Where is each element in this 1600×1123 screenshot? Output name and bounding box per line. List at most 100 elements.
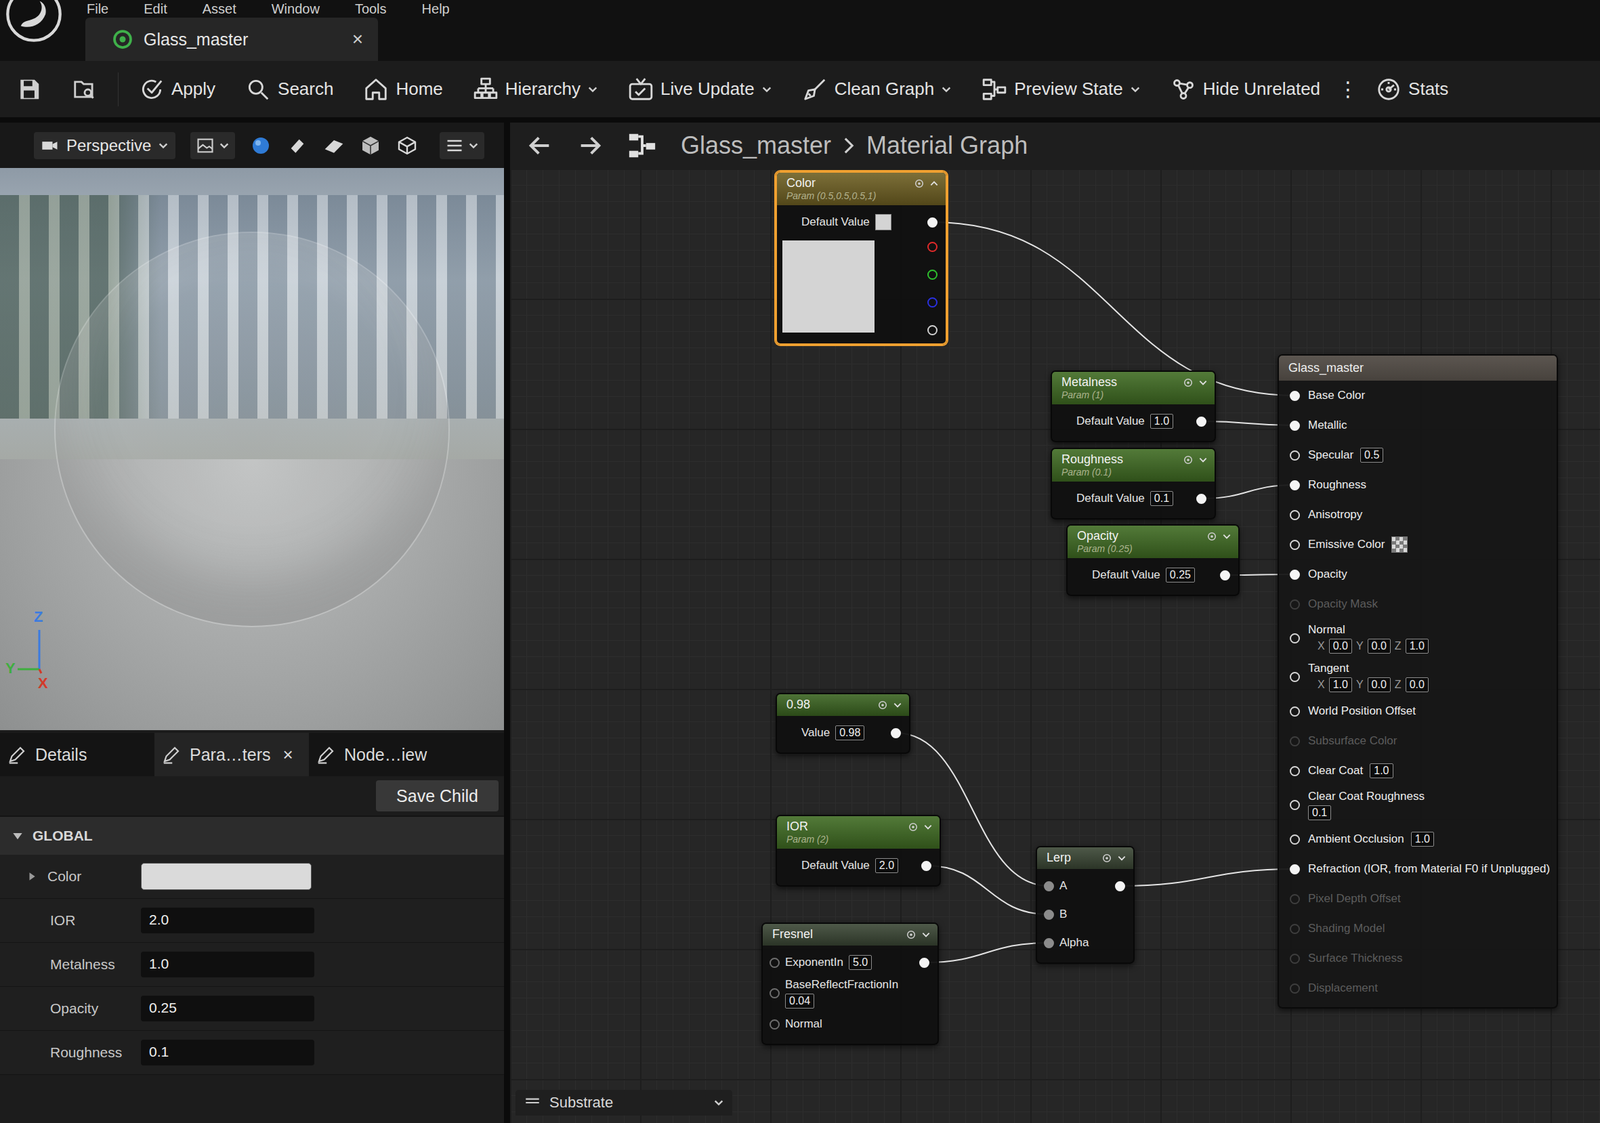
input-pin[interactable] — [1289, 450, 1300, 461]
input-pin[interactable] — [1289, 800, 1300, 811]
input-pin[interactable] — [1289, 894, 1300, 905]
input-pin[interactable] — [1289, 706, 1300, 717]
input-pin[interactable] — [1289, 569, 1300, 580]
input-pin[interactable] — [1043, 938, 1055, 949]
expand-icon[interactable] — [923, 822, 933, 832]
value-field[interactable]: 0.25 — [1165, 567, 1195, 583]
material-result-node[interactable]: Glass_masterBase ColorMetallicSpecular0.… — [1277, 354, 1559, 1009]
input-pin[interactable] — [1289, 923, 1300, 935]
input-pin[interactable] — [1289, 671, 1300, 683]
graph-node[interactable]: RoughnessParam (0.1)Default Value0.1 — [1050, 447, 1216, 520]
number-field[interactable]: 1.0 — [140, 951, 315, 978]
mesh-icon[interactable] — [396, 134, 418, 157]
breadcrumb-item[interactable]: Material Graph — [866, 131, 1028, 160]
more-button[interactable]: ⋮ — [1337, 77, 1359, 101]
save-child-button[interactable]: Save Child — [375, 780, 499, 812]
color-swatch[interactable] — [875, 214, 892, 231]
expand-icon[interactable] — [921, 930, 931, 940]
graph-node[interactable]: IORParam (2)Default Value2.0 — [775, 814, 941, 887]
toolbar-button[interactable]: Live Update — [627, 76, 773, 103]
material-graph-canvas[interactable]: ColorParam (0.5,0.5,0.5,1)Default Value M… — [510, 168, 1600, 1123]
view-mode-dropdown[interactable]: Perspective — [33, 132, 176, 160]
emissive-swatch[interactable] — [1391, 536, 1408, 553]
value-field[interactable]: 0.0 — [1405, 677, 1429, 693]
channel-pin[interactable] — [927, 297, 938, 308]
color-swatch-field[interactable] — [140, 862, 312, 891]
panel-tab[interactable]: Para…ters× — [154, 732, 309, 777]
value-field[interactable]: 0.0 — [1367, 638, 1391, 654]
output-pin[interactable] — [1196, 416, 1207, 427]
value-field[interactable]: 1.0 — [1329, 677, 1353, 693]
number-field[interactable]: 0.25 — [140, 995, 315, 1022]
close-tab-button[interactable]: × — [282, 744, 293, 766]
expand-icon[interactable] — [892, 700, 903, 710]
plane-icon[interactable] — [323, 134, 345, 157]
graph-node[interactable]: ColorParam (0.5,0.5,0.5,1)Default Value — [775, 171, 947, 345]
input-pin[interactable] — [1289, 390, 1300, 402]
graph-node[interactable]: LerpABAlpha — [1035, 846, 1135, 964]
show-dropdown[interactable] — [190, 132, 236, 160]
output-pin[interactable] — [919, 957, 930, 968]
menu-item[interactable]: Edit — [143, 1, 167, 17]
preview-toggle-icon[interactable] — [908, 822, 918, 832]
value-field[interactable]: 1.0 — [1411, 831, 1435, 847]
value-field[interactable]: 0.98 — [835, 725, 865, 741]
breadcrumb-item[interactable]: Glass_master — [680, 131, 832, 160]
menu-item[interactable]: Asset — [202, 1, 237, 17]
channel-pin[interactable] — [927, 241, 938, 252]
preview-toggle-icon[interactable] — [906, 930, 916, 940]
preview-toggle-icon[interactable] — [1183, 455, 1193, 465]
panel-tab[interactable]: Node…iew — [308, 732, 464, 777]
graph-node[interactable]: 0.98Value0.98 — [775, 692, 911, 754]
collapse-icon[interactable] — [929, 178, 939, 189]
graph-node[interactable]: MetalnessParam (1)Default Value1.0 — [1050, 370, 1216, 443]
input-pin[interactable] — [1289, 480, 1300, 491]
value-field[interactable]: 1.0 — [1369, 763, 1393, 779]
input-pin[interactable] — [769, 957, 780, 968]
input-pin[interactable] — [1043, 881, 1055, 892]
value-field[interactable]: 0.0 — [1367, 677, 1391, 693]
section-header[interactable]: GLOBAL — [0, 815, 504, 855]
output-pin[interactable] — [921, 860, 932, 872]
output-pin[interactable] — [1114, 881, 1126, 892]
document-tab[interactable]: Glass_master× — [85, 17, 378, 61]
graph-node[interactable]: FresnelExponentIn5.0BaseReflectFractionI… — [761, 922, 939, 1046]
menu-item[interactable]: File — [86, 1, 109, 17]
input-pin[interactable] — [1289, 510, 1300, 521]
value-field[interactable]: 0.1 — [1308, 805, 1332, 821]
number-field[interactable]: 2.0 — [140, 907, 315, 934]
expand-icon[interactable] — [1198, 377, 1208, 388]
value-field[interactable]: 0.04 — [785, 993, 815, 1009]
output-pin[interactable] — [890, 728, 901, 739]
input-pin[interactable] — [769, 1019, 780, 1030]
toolbar-button[interactable]: Apply — [138, 76, 216, 103]
toolbar-button[interactable]: Hierarchy — [472, 76, 599, 103]
input-pin[interactable] — [1289, 766, 1300, 777]
menu-item[interactable]: Window — [271, 1, 320, 17]
unreal-logo-icon[interactable] — [4, 0, 63, 44]
preview-toggle-icon[interactable] — [877, 700, 888, 710]
browse-icon[interactable] — [71, 76, 98, 103]
input-pin[interactable] — [1289, 983, 1300, 994]
toolbar-button[interactable]: Hide Unrelated — [1170, 76, 1321, 103]
preview-toggle-icon[interactable] — [1183, 377, 1193, 388]
channel-pin[interactable] — [927, 269, 938, 280]
value-field[interactable]: 1.0 — [1405, 638, 1429, 654]
cube-icon[interactable] — [359, 134, 382, 157]
input-pin[interactable] — [769, 988, 780, 999]
expand-icon[interactable] — [1198, 455, 1208, 465]
value-field[interactable]: 0.1 — [1150, 491, 1174, 507]
viewport-options[interactable] — [439, 132, 485, 160]
channel-pin[interactable] — [927, 325, 938, 336]
back-arrow-icon[interactable] — [526, 132, 554, 160]
forward-arrow-icon[interactable] — [576, 132, 604, 160]
toolbar-button[interactable]: Preview State — [981, 76, 1141, 103]
output-pin[interactable] — [1219, 570, 1231, 581]
value-field[interactable]: 1.0 — [1150, 413, 1174, 429]
toolbar-button[interactable]: Search — [245, 76, 334, 103]
toolbar-button[interactable]: Home — [363, 76, 443, 103]
input-pin[interactable] — [1289, 539, 1300, 551]
expand-icon[interactable] — [1222, 531, 1232, 542]
input-pin[interactable] — [1289, 420, 1300, 431]
output-pin[interactable] — [927, 217, 938, 228]
